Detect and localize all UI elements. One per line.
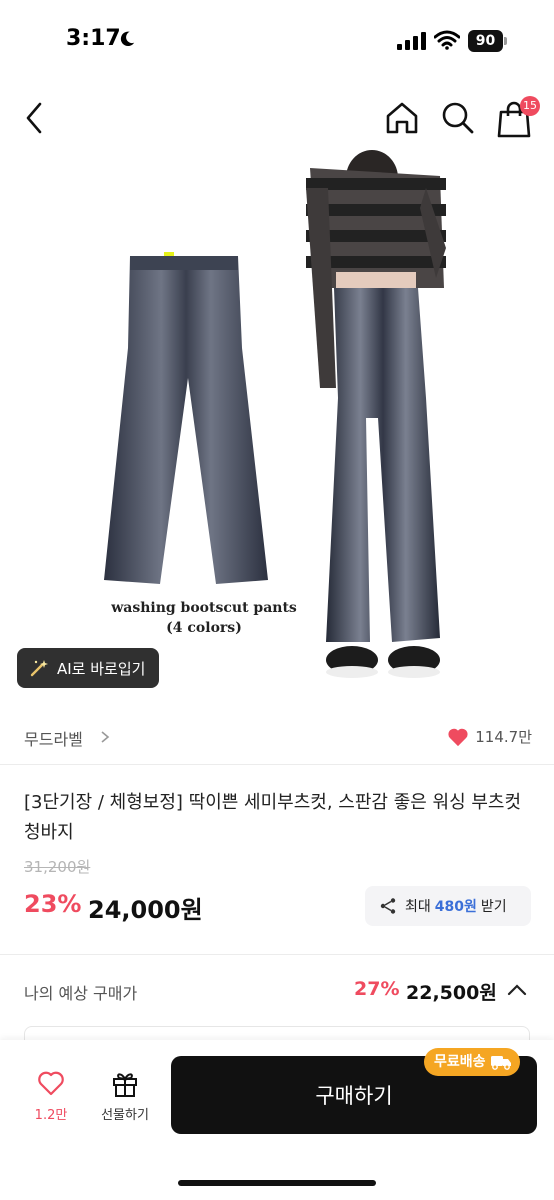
ai-try-on-label: AI로 바로입기 (57, 659, 146, 678)
gift-icon (113, 1073, 137, 1097)
moon-icon (120, 31, 135, 47)
back-button[interactable] (18, 98, 54, 138)
ai-try-on-button[interactable]: AI로 바로입기 (17, 648, 159, 688)
status-bar: 3:17 90 (0, 0, 554, 84)
heart-filled-icon (448, 728, 468, 746)
sale-price: 24,000원 (88, 896, 203, 924)
brand-name-link[interactable]: 무드라벨 (24, 726, 83, 750)
share-reward-suffix: 받기 (480, 899, 507, 915)
wishlist-count: 1.2만 (34, 1108, 68, 1123)
status-time: 3:17 (66, 26, 121, 51)
original-price: 31,200원 (24, 858, 91, 876)
home-indicator (178, 1180, 376, 1186)
battery-indicator: 90 (468, 30, 508, 52)
expected-price-value: 22,500원 (406, 982, 497, 1004)
expected-discount-rate: 27% (354, 978, 400, 1000)
divider (0, 954, 554, 955)
battery-level: 90 (468, 30, 503, 52)
battery-tip (504, 37, 507, 45)
image-caption-colors: (4 colors) (166, 620, 242, 636)
truck-icon (490, 1056, 511, 1070)
signal-icon (397, 32, 426, 50)
share-reward-prefix: 최대 (405, 899, 431, 915)
home-button[interactable] (382, 98, 422, 138)
free-shipping-badge: 무료배송 (424, 1048, 520, 1076)
bottom-action-bar: 1.2만 선물하기 구매하기 무료배송 (0, 1040, 554, 1200)
image-caption-title: washing bootscut pants (111, 600, 297, 616)
chevron-left-icon (26, 102, 42, 134)
expected-price-row[interactable]: 나의 예상 구매가 27% 22,500원 (0, 968, 554, 1016)
brand-row: 무드라벨 114.7만 (0, 714, 554, 758)
search-button[interactable] (438, 98, 478, 138)
share-reward-button[interactable]: 최대 480원 받기 (365, 886, 531, 926)
home-icon (386, 102, 418, 134)
product-title: [3단기장 / 체형보정] 딱이쁜 세미부츠컷, 스판감 좋은 워싱 부츠컷 청… (24, 792, 522, 843)
brand-like-button[interactable]: 114.7만 (447, 726, 532, 747)
cart-badge: 15 (520, 96, 540, 116)
wifi-icon (434, 30, 460, 50)
gift-label: 선물하기 (101, 1108, 149, 1123)
search-icon (442, 102, 474, 134)
chevron-right-icon (101, 731, 110, 743)
free-shipping-label: 무료배송 (434, 1054, 486, 1070)
brand-like-count: 114.7만 (475, 728, 532, 746)
buy-button-label: 구매하기 (315, 1084, 393, 1108)
divider (0, 764, 554, 765)
cart-button[interactable]: 15 (494, 96, 544, 140)
chevron-up-icon (507, 984, 527, 996)
share-reward-amount: 480원 (434, 899, 477, 915)
discount-rate: 23% (24, 890, 82, 918)
gift-button[interactable]: 선물하기 (90, 1068, 160, 1130)
expected-price-label: 나의 예상 구매가 (24, 984, 138, 1003)
heart-outline-icon (38, 1071, 64, 1096)
wishlist-button[interactable]: 1.2만 (24, 1070, 78, 1130)
magic-wand-icon (30, 660, 48, 677)
share-icon (380, 898, 396, 914)
